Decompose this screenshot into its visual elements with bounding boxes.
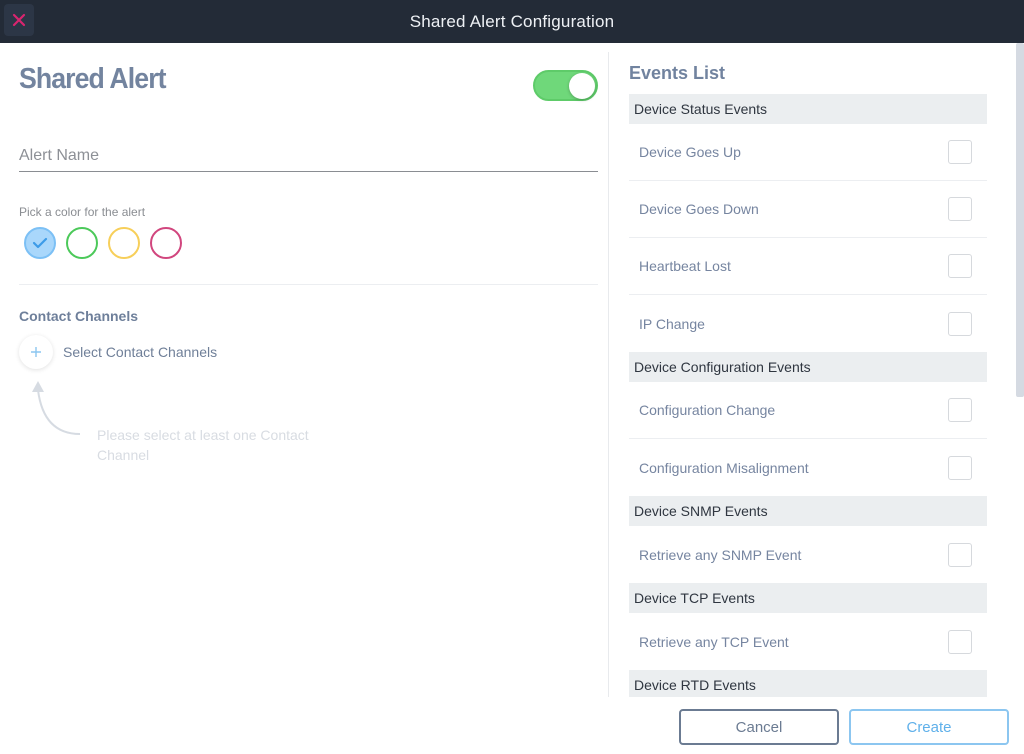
color-swatch-green[interactable]	[66, 227, 98, 259]
event-row[interactable]: Retrieve any TCP Event	[629, 613, 987, 670]
section-divider	[19, 284, 598, 285]
color-swatch-blue[interactable]	[24, 227, 56, 259]
plus-icon	[31, 347, 41, 357]
events-panel: Events List Device Status Events Device …	[609, 43, 1024, 697]
event-row[interactable]: Configuration Change	[629, 382, 987, 439]
event-checkbox[interactable]	[948, 398, 972, 422]
color-picker	[24, 227, 182, 259]
event-group-header: Device SNMP Events	[629, 496, 987, 526]
event-checkbox[interactable]	[948, 542, 972, 567]
event-label: Heartbeat Lost	[639, 258, 731, 274]
event-label: Retrieve any SNMP Event	[639, 546, 802, 563]
color-swatch-magenta[interactable]	[150, 227, 182, 259]
hint-arrow-icon	[32, 381, 81, 435]
event-row[interactable]: Device Goes Up	[629, 124, 987, 181]
event-row[interactable]: IP Change	[629, 295, 987, 352]
event-row[interactable]: Heartbeat Lost	[629, 238, 987, 295]
title-bar: Shared Alert Configuration	[0, 0, 1024, 43]
toggle-knob	[569, 73, 595, 99]
event-checkbox[interactable]	[948, 455, 972, 480]
event-checkbox[interactable]	[948, 254, 972, 278]
page-title: Shared Alert	[19, 63, 167, 95]
event-label: Retrieve any TCP Event	[639, 633, 789, 650]
select-contact-channels-link[interactable]: Select Contact Channels	[63, 344, 217, 360]
events-list: Device Status Events Device Goes Up Devi…	[629, 94, 987, 697]
color-picker-label: Pick a color for the alert	[19, 205, 146, 219]
contact-channels-title: Contact Channels	[19, 308, 139, 324]
event-group-header: Device Status Events	[629, 94, 987, 124]
event-label: IP Change	[639, 315, 705, 332]
event-label: Configuration Change	[639, 402, 776, 418]
alert-name-input[interactable]	[19, 140, 598, 172]
color-swatch-yellow[interactable]	[108, 227, 140, 259]
event-row[interactable]: Configuration Misalignment	[629, 439, 987, 496]
event-group-header: Device Configuration Events	[629, 352, 987, 382]
alert-enabled-toggle[interactable]	[533, 70, 598, 101]
events-scrollbar[interactable]	[1016, 43, 1024, 397]
events-list-title: Events List	[629, 63, 726, 83]
event-row[interactable]: Retrieve any SNMP Event	[629, 526, 987, 583]
event-label: Device Goes Down	[639, 201, 759, 217]
event-group-header: Device TCP Events	[629, 583, 987, 613]
event-row[interactable]: Device Goes Down	[629, 181, 987, 238]
window-title: Shared Alert Configuration	[409, 12, 615, 31]
event-checkbox[interactable]	[948, 197, 972, 221]
event-label: Device Goes Up	[639, 144, 741, 160]
event-checkbox[interactable]	[948, 311, 972, 336]
event-checkbox[interactable]	[948, 629, 972, 654]
alert-settings-panel: Shared Alert Pick a color for the alert …	[0, 43, 608, 754]
event-checkbox[interactable]	[948, 140, 972, 164]
contact-channel-hint: Please select at least one Contact Chann…	[97, 427, 309, 463]
event-group-header: Device RTD Events	[629, 670, 987, 697]
cancel-button[interactable]: Cancel	[679, 709, 839, 745]
event-label: Configuration Misalignment	[639, 459, 809, 476]
add-contact-channel-button[interactable]	[19, 335, 53, 369]
create-button[interactable]: Create	[849, 709, 1009, 745]
check-icon	[32, 237, 48, 249]
